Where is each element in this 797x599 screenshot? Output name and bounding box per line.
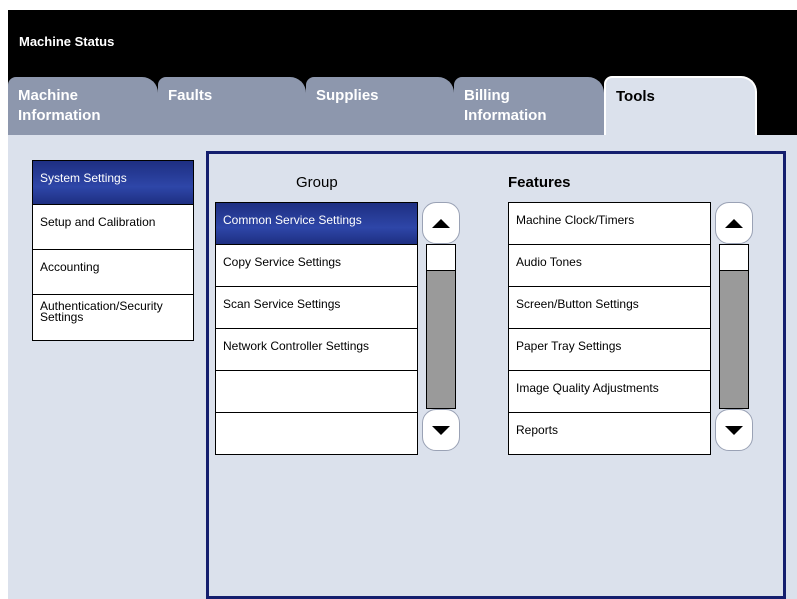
nav-item-authentication-security-settings[interactable]: Authentication/Security Settings <box>33 295 193 340</box>
group-item-common-service-settings[interactable]: Common Service Settings <box>216 203 417 245</box>
group-scroll-down-button[interactable] <box>422 409 460 451</box>
tab-label-line1: Machine <box>18 87 79 104</box>
tab-label-line1: Supplies <box>316 87 379 104</box>
window-title: Machine Status <box>19 34 115 49</box>
tab-billing-information[interactable]: Billing Information <box>454 77 604 139</box>
tab-faults[interactable]: Faults <box>158 77 306 139</box>
nav-item-label-line2: Settings <box>40 310 84 324</box>
group-list: Common Service Settings Copy Service Set… <box>215 202 418 455</box>
group-scroll-up-button[interactable] <box>422 202 460 244</box>
feature-item-screen-button-settings[interactable]: Screen/Button Settings <box>509 287 710 329</box>
machine-status-screen: Machine Status Machine Information Fault… <box>8 10 797 599</box>
tab-label-line2: Information <box>464 107 547 124</box>
triangle-down-icon <box>725 425 743 435</box>
group-scroll-track[interactable] <box>426 244 456 409</box>
feature-item-image-quality-adjustments[interactable]: Image Quality Adjustments <box>509 371 710 413</box>
features-heading: Features <box>508 174 571 191</box>
tab-label-line2: Information <box>18 107 101 124</box>
feature-item-audio-tones[interactable]: Audio Tones <box>509 245 710 287</box>
system-settings-panel: Group Features Common Service Settings C… <box>206 151 786 599</box>
group-heading: Group <box>296 174 338 191</box>
features-scroll-thumb[interactable] <box>720 245 748 271</box>
features-scroll-track[interactable] <box>719 244 749 409</box>
triangle-down-icon <box>432 425 450 435</box>
tab-label-line1: Faults <box>168 87 213 104</box>
triangle-up-icon <box>432 218 450 228</box>
feature-item-paper-tray-settings[interactable]: Paper Tray Settings <box>509 329 710 371</box>
tab-machine-information[interactable]: Machine Information <box>8 77 158 139</box>
tab-label-line1: Tools <box>616 88 655 105</box>
feature-item-machine-clock-timers[interactable]: Machine Clock/Timers <box>509 203 710 245</box>
tab-supplies[interactable]: Supplies <box>306 77 454 139</box>
features-list: Machine Clock/Timers Audio Tones Screen/… <box>508 202 711 455</box>
group-item-network-controller-settings[interactable]: Network Controller Settings <box>216 329 417 371</box>
nav-item-label: Accounting <box>40 260 100 274</box>
feature-item-reports[interactable]: Reports <box>509 413 710 454</box>
nav-item-setup-and-calibration[interactable]: Setup and Calibration <box>33 205 193 250</box>
group-item-scan-service-settings[interactable]: Scan Service Settings <box>216 287 417 329</box>
group-item-empty[interactable] <box>216 413 417 454</box>
nav-item-label: System Settings <box>40 171 127 185</box>
group-scrollbar[interactable] <box>422 202 460 453</box>
tab-label-line1: Billing <box>464 87 510 104</box>
group-scroll-thumb[interactable] <box>427 245 455 271</box>
nav-item-system-settings[interactable]: System Settings <box>33 161 193 205</box>
nav-item-accounting[interactable]: Accounting <box>33 250 193 295</box>
nav-item-label: Setup and Calibration <box>40 215 156 229</box>
settings-category-list: System Settings Setup and Calibration Ac… <box>32 160 194 341</box>
triangle-up-icon <box>725 218 743 228</box>
features-scrollbar[interactable] <box>715 202 753 453</box>
group-item-copy-service-settings[interactable]: Copy Service Settings <box>216 245 417 287</box>
tools-content-area: System Settings Setup and Calibration Ac… <box>8 135 797 599</box>
group-item-empty[interactable] <box>216 371 417 413</box>
features-scroll-up-button[interactable] <box>715 202 753 244</box>
tab-tools[interactable]: Tools <box>604 76 757 142</box>
features-scroll-down-button[interactable] <box>715 409 753 451</box>
